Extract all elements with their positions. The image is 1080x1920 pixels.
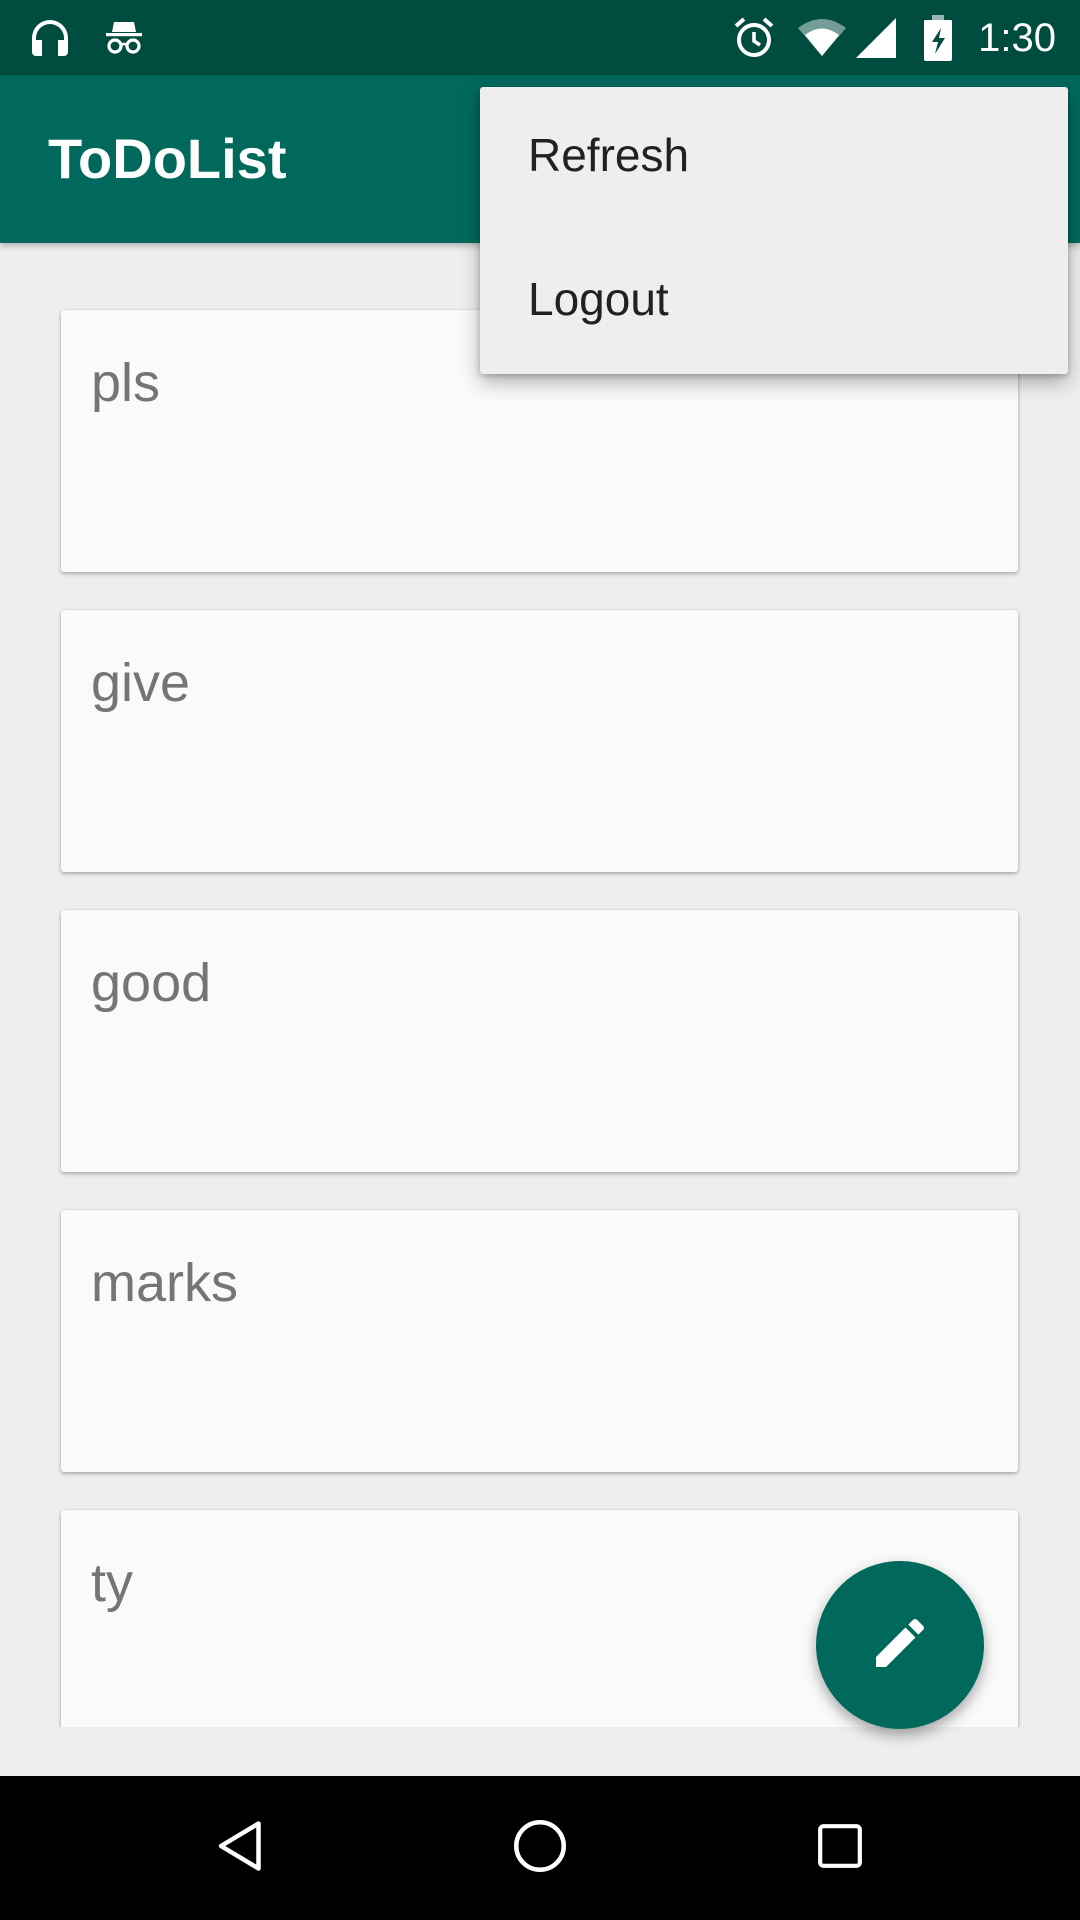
todo-card[interactable]: give [61, 610, 1018, 872]
menu-item-refresh[interactable]: Refresh [480, 87, 1068, 231]
todo-text: good [91, 953, 212, 1013]
todo-text: pls [91, 353, 161, 413]
menu-item-label: Refresh [528, 129, 690, 181]
wifi-icon [796, 14, 846, 62]
status-bar: 1:30 [0, 0, 1080, 75]
todo-card[interactable]: good [61, 910, 1018, 1172]
navigation-bar [0, 1776, 1080, 1920]
signal-icon [854, 14, 902, 62]
add-todo-fab[interactable] [816, 1561, 984, 1729]
incognito-icon [100, 14, 148, 62]
home-icon [510, 1816, 570, 1881]
screen: 1:30 ToDoList pls give good marks ty Ref… [0, 0, 1080, 1920]
back-icon [211, 1816, 271, 1881]
overflow-menu: Refresh Logout [480, 87, 1068, 374]
app-title: ToDoList [48, 127, 287, 190]
alarm-icon [730, 14, 778, 62]
todo-text: marks [91, 1253, 238, 1313]
back-button[interactable] [191, 1798, 291, 1898]
edit-icon [868, 1611, 932, 1680]
todo-text: give [91, 653, 191, 713]
todo-text: ty [91, 1553, 134, 1613]
recents-icon [812, 1818, 868, 1879]
todo-card[interactable]: marks [61, 1210, 1018, 1472]
recents-button[interactable] [790, 1798, 890, 1898]
status-time: 1:30 [978, 16, 1056, 60]
home-button[interactable] [490, 1798, 590, 1898]
battery-charging-icon [920, 14, 956, 62]
todo-list[interactable]: pls give good marks ty [0, 243, 1080, 1727]
menu-item-logout[interactable]: Logout [480, 231, 1068, 375]
menu-item-label: Logout [528, 273, 669, 325]
headphones-icon [26, 14, 74, 62]
